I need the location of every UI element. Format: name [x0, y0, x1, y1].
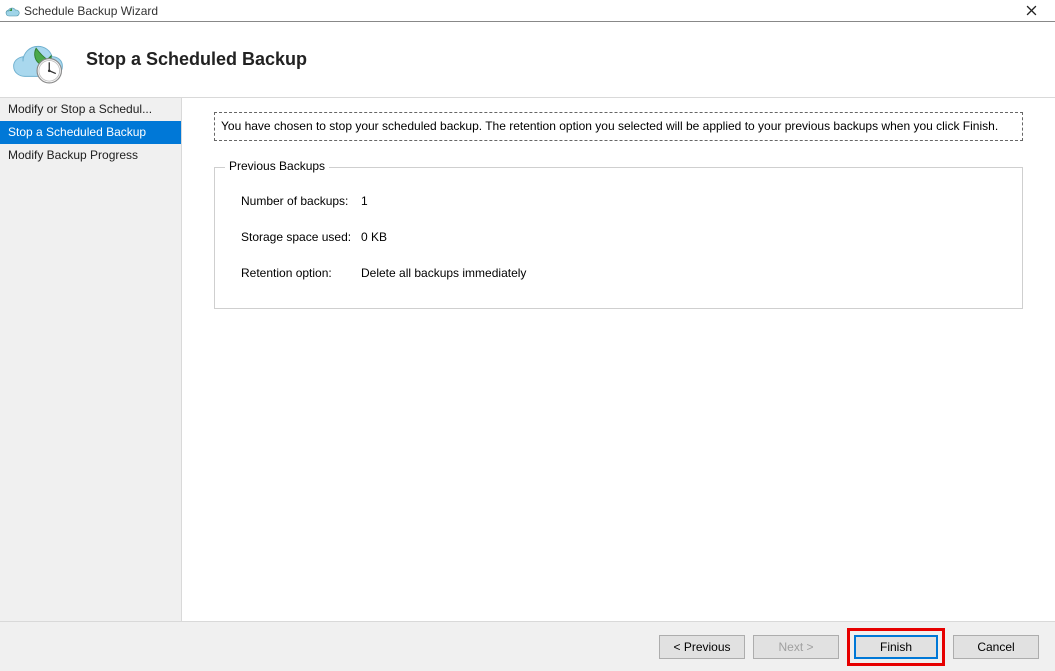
sidebar-item-modify-or-stop[interactable]: Modify or Stop a Schedul... — [0, 98, 181, 121]
wizard-steps-sidebar: Modify or Stop a Schedul... Stop a Sched… — [0, 98, 182, 621]
page-title: Stop a Scheduled Backup — [86, 49, 307, 70]
window-title: Schedule Backup Wizard — [24, 4, 1011, 18]
row-storage-space-used: Storage space used: 0 KB — [241, 230, 996, 244]
finish-button-highlight: Finish — [847, 628, 945, 666]
previous-button[interactable]: < Previous — [659, 635, 745, 659]
content-area: Modify or Stop a Schedul... Stop a Sched… — [0, 98, 1055, 621]
wizard-footer: < Previous Next > Finish Cancel — [0, 621, 1055, 671]
sidebar-item-stop-scheduled-backup[interactable]: Stop a Scheduled Backup — [0, 121, 181, 144]
label-retention-option: Retention option: — [241, 266, 361, 280]
previous-backups-legend: Previous Backups — [225, 159, 329, 173]
wizard-header-icon — [8, 32, 68, 87]
row-retention-option: Retention option: Delete all backups imm… — [241, 266, 996, 280]
main-panel: You have chosen to stop your scheduled b… — [182, 98, 1055, 621]
label-number-of-backups: Number of backups: — [241, 194, 361, 208]
title-bar: Schedule Backup Wizard — [0, 0, 1055, 22]
value-retention-option: Delete all backups immediately — [361, 266, 526, 280]
info-message: You have chosen to stop your scheduled b… — [214, 112, 1023, 141]
app-icon — [4, 3, 20, 19]
previous-backups-group: Previous Backups Number of backups: 1 St… — [214, 167, 1023, 309]
finish-button[interactable]: Finish — [854, 635, 938, 659]
value-storage-space-used: 0 KB — [361, 230, 387, 244]
row-number-of-backups: Number of backups: 1 — [241, 194, 996, 208]
value-number-of-backups: 1 — [361, 194, 368, 208]
cancel-button[interactable]: Cancel — [953, 635, 1039, 659]
close-button[interactable] — [1011, 1, 1051, 21]
sidebar-item-modify-backup-progress[interactable]: Modify Backup Progress — [0, 144, 181, 167]
label-storage-space-used: Storage space used: — [241, 230, 361, 244]
next-button: Next > — [753, 635, 839, 659]
wizard-header: Stop a Scheduled Backup — [0, 22, 1055, 98]
